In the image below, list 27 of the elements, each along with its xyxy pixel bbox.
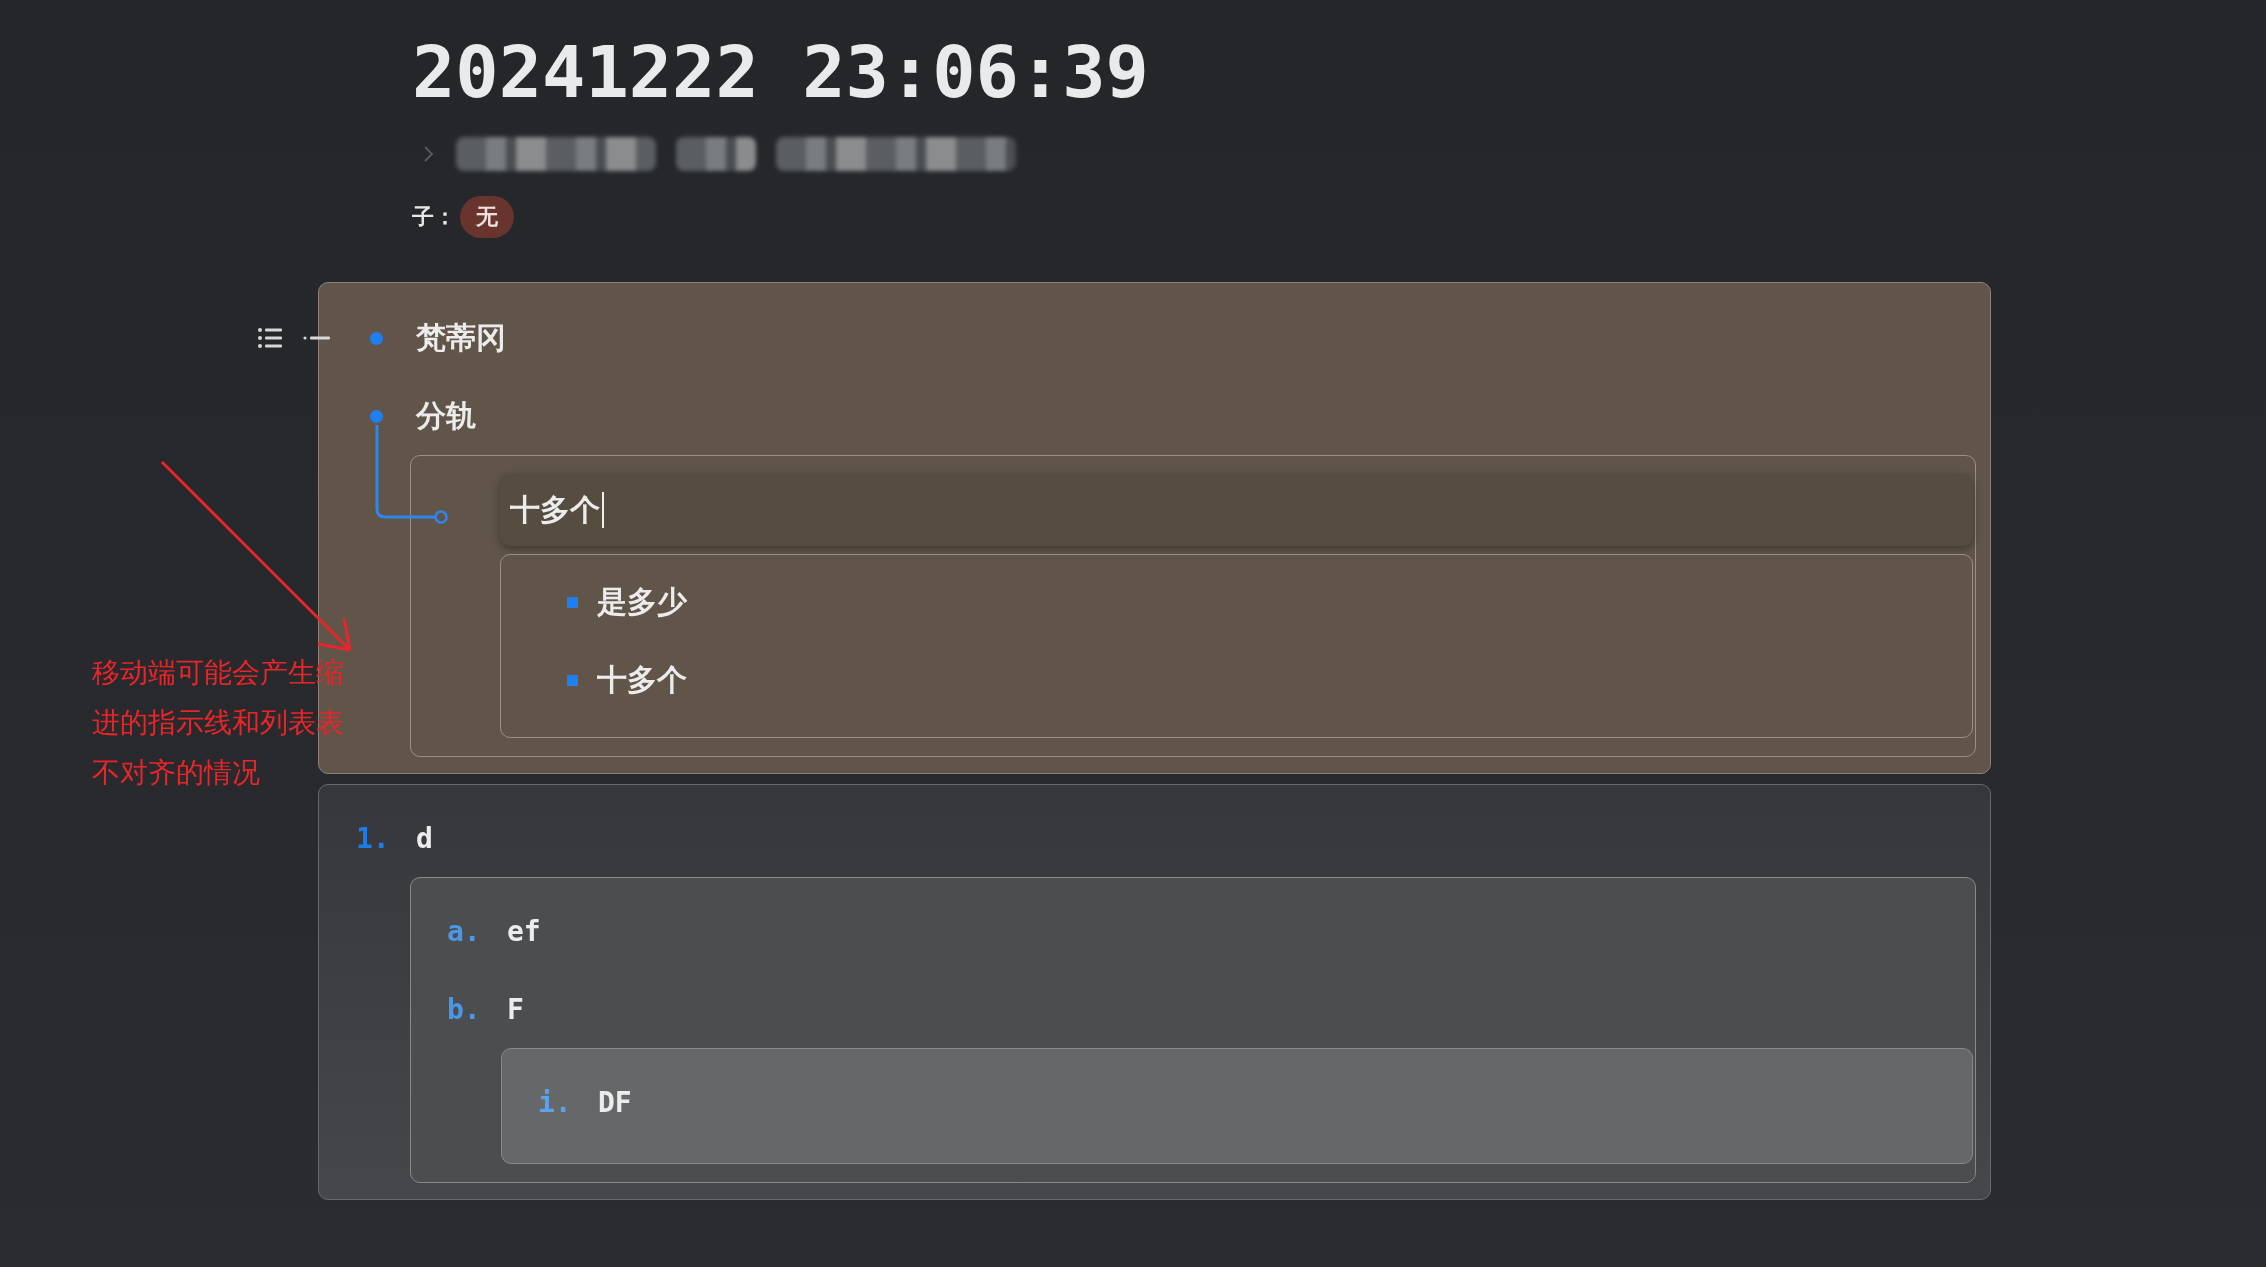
list-number: a. [447, 914, 481, 948]
list-item-text: 分轨 [416, 396, 476, 435]
bullet-square-icon [567, 674, 578, 686]
blurred-breadcrumb[interactable] [456, 137, 656, 171]
list-item-text: d [416, 821, 433, 855]
text-cursor [602, 492, 604, 528]
bullet-square-icon [567, 596, 578, 608]
page-title: 20241222 23:06:39 [412, 29, 1150, 116]
blurred-breadcrumb[interactable] [776, 137, 1016, 171]
list-item-text: F [507, 992, 524, 1026]
bullet-dot-icon [370, 409, 383, 423]
list-number: b. [447, 992, 481, 1026]
list-number: 1. [356, 821, 390, 855]
annotation-text: 移动端可能会产生缩进的指示线和列表表不对齐的情况 [92, 655, 345, 791]
list-item-text: 是多少 [597, 582, 687, 621]
chevron-icon[interactable] [422, 144, 436, 164]
blurred-breadcrumb[interactable] [676, 137, 756, 171]
list-item-text: 十多个 [597, 660, 687, 699]
tag[interactable]: 无 [460, 196, 514, 238]
list-item-text: DF [598, 1085, 632, 1119]
list-icon[interactable] [257, 327, 283, 349]
list-item-text: ef [507, 914, 541, 948]
list-number: i. [538, 1085, 572, 1119]
bullet-dot-icon [370, 331, 383, 345]
field-label: 子： [412, 203, 456, 231]
fold-handle-icon[interactable] [303, 335, 331, 341]
list-item-text: 梵蒂冈 [416, 318, 506, 357]
